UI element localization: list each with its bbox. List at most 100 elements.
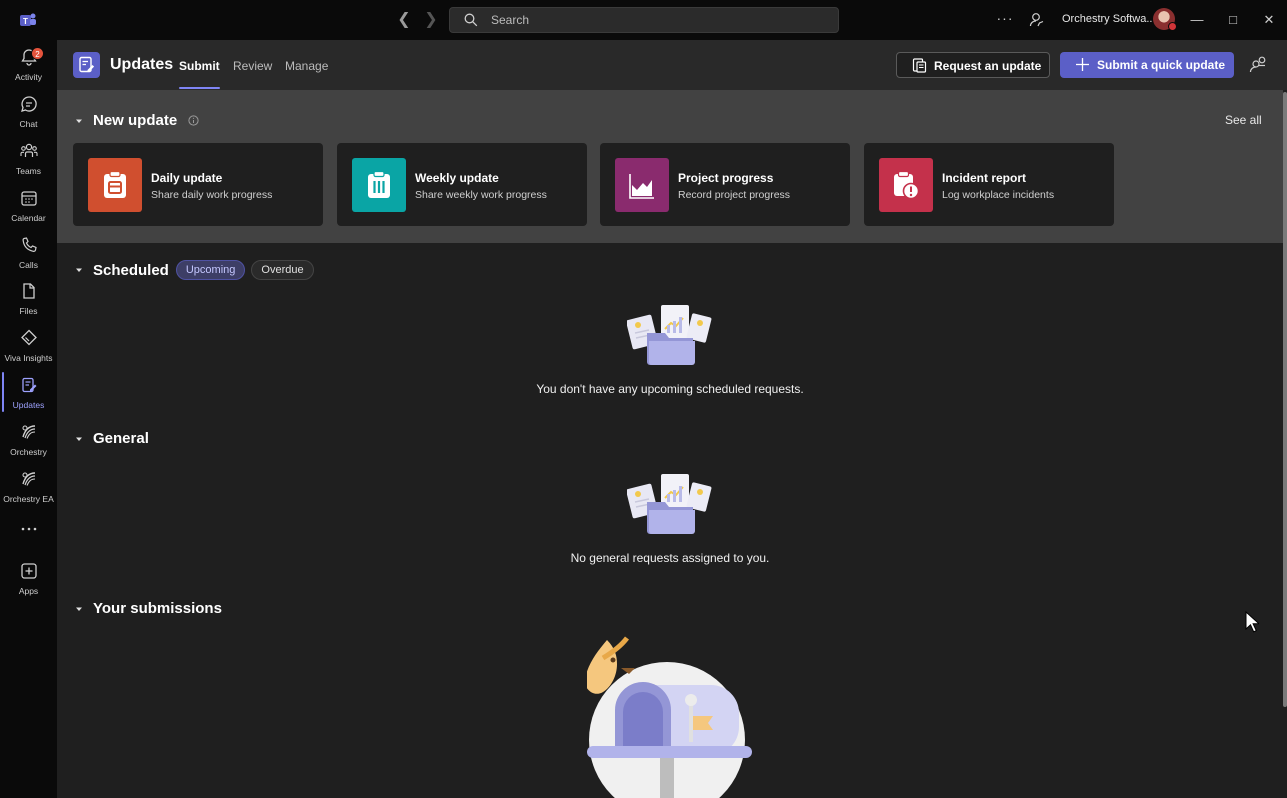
- mailbox-illustration: [587, 636, 752, 798]
- forward-icon[interactable]: ❯: [422, 11, 440, 29]
- rail-more-button[interactable]: [0, 516, 57, 540]
- rail-label: Chat: [19, 119, 38, 129]
- rail-label: Activity: [15, 72, 42, 82]
- rail-item-teams[interactable]: Teams: [0, 138, 57, 184]
- info-icon[interactable]: [188, 115, 199, 126]
- chevron-down-icon: [76, 437, 82, 441]
- search-icon: [464, 13, 478, 27]
- request-icon: [912, 58, 927, 73]
- maximize-button[interactable]: □: [1223, 10, 1243, 30]
- notification-badge: 2: [31, 47, 44, 60]
- rail-label: Viva Insights: [4, 353, 53, 363]
- card-title: Weekly update: [415, 171, 499, 185]
- rail-item-viva-insights[interactable]: Viva Insights: [0, 325, 57, 371]
- chevron-down-icon: [76, 119, 82, 123]
- rail-item-apps[interactable]: Apps: [0, 558, 57, 604]
- rail-label: Files: [19, 306, 38, 316]
- template-card-weekly-update[interactable]: Weekly update Share weekly work progress: [337, 143, 587, 226]
- rail-item-activity[interactable]: 2 Activity: [0, 44, 57, 90]
- new-update-header[interactable]: New update: [74, 112, 199, 129]
- general-header[interactable]: General: [74, 430, 149, 447]
- card-subtitle: Log workplace incidents: [942, 189, 1055, 201]
- orchestry-ea-icon: [22, 472, 36, 486]
- main-content: New update See all Daily update Share da…: [57, 90, 1283, 798]
- calendar-icon: [21, 191, 37, 206]
- tab-manage[interactable]: Manage: [285, 59, 328, 73]
- rail-item-updates[interactable]: Updates: [0, 372, 57, 418]
- rail-item-files[interactable]: Files: [0, 278, 57, 324]
- chat-icon: [21, 96, 37, 112]
- request-update-label: Request an update: [934, 59, 1042, 73]
- template-card-daily-update[interactable]: Daily update Share daily work progress: [73, 143, 323, 226]
- section-title: Your submissions: [93, 600, 222, 617]
- search-box[interactable]: [449, 7, 839, 33]
- org-name[interactable]: Orchestry Softwa...: [1062, 13, 1156, 25]
- presence-busy-icon: [1168, 22, 1177, 31]
- card-subtitle: Record project progress: [678, 189, 791, 201]
- tab-submit[interactable]: Submit: [179, 59, 220, 89]
- app-header: Updates Submit Review Manage Request an …: [57, 40, 1287, 90]
- chevron-down-icon[interactable]: [74, 265, 84, 275]
- more-icon: [21, 527, 37, 531]
- rail-label: Updates: [12, 400, 45, 410]
- chevron-down-icon: [76, 607, 82, 611]
- people-icon[interactable]: [1028, 11, 1046, 29]
- clipboard-icon: [88, 158, 142, 212]
- updates-app-icon: [73, 52, 100, 78]
- section-title: Scheduled: [93, 261, 169, 279]
- tab-review[interactable]: Review: [233, 59, 272, 73]
- filter-upcoming[interactable]: Upcoming: [175, 260, 246, 280]
- empty-folder-illustration: [627, 474, 712, 534]
- template-card-project-progress[interactable]: Project progress Record project progress: [600, 143, 850, 226]
- new-update-section: New update See all Daily update Share da…: [57, 90, 1283, 243]
- rail-label: Orchestry: [10, 447, 47, 457]
- rail-label: Calendar: [11, 213, 46, 223]
- checklist-icon: [352, 158, 406, 212]
- template-card-incident-report[interactable]: Incident report Log workplace incidents: [864, 143, 1114, 226]
- more-options-button[interactable]: ···: [995, 10, 1015, 28]
- orchestry-icon: [22, 425, 36, 439]
- mouse-cursor-icon: [1245, 611, 1259, 633]
- rail-label: Teams: [15, 166, 42, 176]
- minimize-button[interactable]: —: [1187, 10, 1207, 30]
- section-title: General: [93, 430, 149, 447]
- card-subtitle: Share daily work progress: [151, 189, 273, 201]
- empty-folder-illustration: [627, 305, 712, 365]
- close-button[interactable]: ✕: [1259, 10, 1279, 30]
- page-title: Updates: [110, 56, 174, 73]
- updates-icon: [22, 377, 37, 393]
- rail-item-calendar[interactable]: Calendar: [0, 185, 57, 231]
- share-people-icon[interactable]: [1249, 55, 1267, 73]
- rail-item-orchestry-ea[interactable]: Orchestry EA: [0, 466, 57, 512]
- rail-label: Orchestry EA: [3, 494, 54, 504]
- insights-icon: [21, 329, 37, 346]
- rail-item-calls[interactable]: Calls: [0, 232, 57, 278]
- request-update-button[interactable]: Request an update: [896, 52, 1050, 78]
- rail-item-chat[interactable]: Chat: [0, 91, 57, 137]
- alert-clipboard-icon: [879, 158, 933, 212]
- see-all-link[interactable]: See all: [1225, 113, 1262, 127]
- rail-item-orchestry[interactable]: Orchestry: [0, 419, 57, 465]
- search-input[interactable]: [491, 12, 821, 28]
- filter-overdue[interactable]: Overdue: [251, 260, 314, 280]
- teams-logo-icon[interactable]: T: [19, 11, 37, 29]
- phone-icon: [22, 237, 37, 252]
- scheduled-empty-message: You don't have any upcoming scheduled re…: [536, 382, 804, 396]
- submit-quick-update-label: Submit a quick update: [1097, 58, 1226, 72]
- plus-icon: [1076, 58, 1089, 71]
- card-title: Incident report: [942, 171, 1027, 185]
- card-title: Daily update: [151, 171, 223, 185]
- title-bar: T ❮ ❯ ··· Orchestry Softwa... — □ ✕: [0, 0, 1287, 40]
- file-icon: [23, 283, 35, 299]
- vertical-scrollbar[interactable]: [1283, 90, 1287, 798]
- card-subtitle: Share weekly work progress: [415, 189, 547, 201]
- svg-text:T: T: [23, 17, 28, 26]
- card-title: Project progress: [678, 171, 774, 185]
- area-chart-icon: [615, 158, 669, 212]
- avatar[interactable]: [1153, 8, 1177, 31]
- submissions-header[interactable]: Your submissions: [74, 600, 222, 617]
- back-icon[interactable]: ❮: [395, 11, 413, 29]
- scrollbar-thumb[interactable]: [1283, 92, 1287, 707]
- apps-icon: [21, 563, 37, 579]
- submit-quick-update-button[interactable]: Submit a quick update: [1060, 52, 1234, 78]
